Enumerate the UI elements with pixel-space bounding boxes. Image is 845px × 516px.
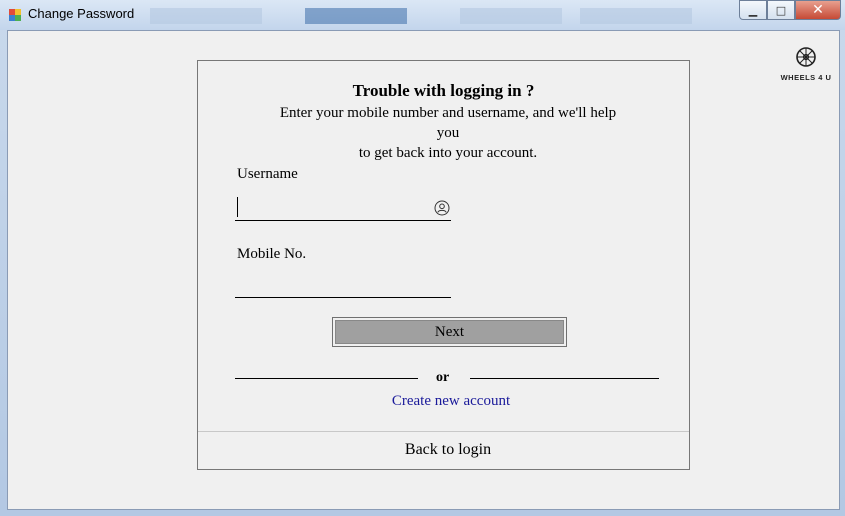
page-title: Trouble with logging in ? [352,81,535,100]
back-to-login-link[interactable]: Back to login [198,441,698,459]
instructions-line-1: Enter your mobile number and username, a… [279,105,617,141]
brand-name: WHEELS 4 U [780,73,832,82]
background-ghost [150,8,262,24]
or-separator: or [436,370,450,385]
next-button[interactable]: Next [332,317,567,347]
background-ghost [460,8,562,24]
brand-logo: WHEELS 4 U [776,47,836,82]
background-ghost [305,8,407,24]
minimize-icon: ▁ [748,3,758,17]
minimize-button[interactable]: ▁ [739,0,767,20]
mobile-label: Mobile No. [237,246,307,262]
window-title: Change Password [28,6,135,21]
close-icon: ✕ [812,2,824,18]
username-input[interactable] [235,194,429,220]
background-ghost [580,8,692,24]
username-field-wrap [235,194,451,221]
divider-right [470,378,659,379]
instructions: Enter your mobile number and username, a… [278,103,618,163]
close-button[interactable]: ✕ [795,0,841,20]
instructions-line-2: to get back into your account. [358,145,538,161]
client-area: WHEELS 4 U Trouble with logging in ? Ent… [7,30,840,510]
recovery-panel: Trouble with logging in ? Enter your mob… [197,60,690,470]
title-bar[interactable]: Change Password ▁ □ ✕ [0,0,845,30]
user-icon [434,200,450,216]
username-label: Username [237,166,298,182]
mobile-input[interactable] [235,271,429,297]
window-controls: ▁ □ ✕ [739,0,841,20]
text-caret [237,197,238,217]
mobile-field-wrap [235,271,451,298]
next-button-label: Next [335,320,564,344]
maximize-button[interactable]: □ [767,0,795,20]
create-account-link[interactable]: Create new account [198,393,704,410]
wheel-icon [796,47,816,67]
app-icon [9,9,21,21]
footer-divider [198,431,689,432]
maximize-icon: □ [775,3,787,17]
divider-left [235,378,418,379]
